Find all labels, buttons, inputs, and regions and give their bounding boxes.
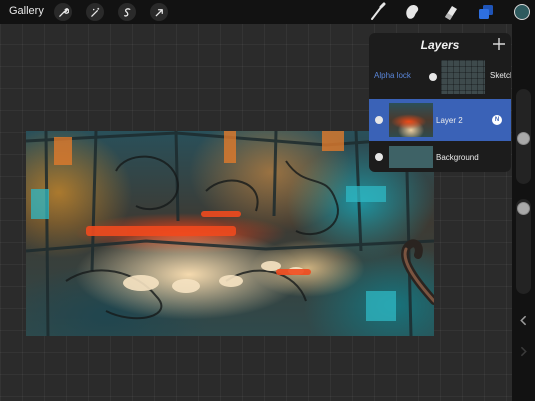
wrench-icon[interactable] [54,3,72,21]
plus-icon[interactable] [492,37,506,51]
chevron-left-icon[interactable] [518,315,529,326]
layer-visibility-toggle[interactable] [375,153,383,161]
opacity-thumb[interactable] [517,202,530,215]
layer-row-layer-2[interactable]: Layer 2 N [369,99,511,141]
opacity-slider[interactable] [516,199,531,294]
magic-wand-icon[interactable] [86,3,104,21]
brush-icon[interactable] [368,2,388,22]
layer-thumbnail [389,146,433,168]
color-picker-swatch[interactable] [514,4,530,20]
top-toolbar: Gallery [0,0,535,24]
layer-thumbnail [441,60,485,94]
layer-thumbnail [389,103,433,137]
transform-arrow-icon[interactable] [150,3,168,21]
blend-mode-badge[interactable]: N [492,115,502,125]
layers-panel: Layers Alpha lock Sketch Layer 2 N Backg… [369,33,511,172]
layer-row-background[interactable]: Background [369,142,511,172]
layers-icon[interactable] [476,2,496,22]
layer-visibility-toggle[interactable] [429,73,437,81]
layer-row-sketch[interactable]: Alpha lock Sketch [369,58,511,98]
eraser-icon[interactable] [440,2,460,22]
chevron-right-icon[interactable] [518,346,529,357]
brush-size-thumb[interactable] [517,132,530,145]
layer-name: Background [436,153,479,162]
alpha-lock-option[interactable]: Alpha lock [374,71,411,80]
layers-panel-title: Layers [420,38,460,52]
sidebar [512,24,535,401]
layer-name: Layer 2 [436,116,463,125]
gallery-button[interactable]: Gallery [9,5,44,17]
selection-icon[interactable] [118,3,136,21]
layer-visibility-toggle[interactable] [375,116,383,124]
layer-name: Sketch [490,71,511,80]
brush-size-slider[interactable] [516,89,531,184]
smudge-icon[interactable] [402,2,422,22]
